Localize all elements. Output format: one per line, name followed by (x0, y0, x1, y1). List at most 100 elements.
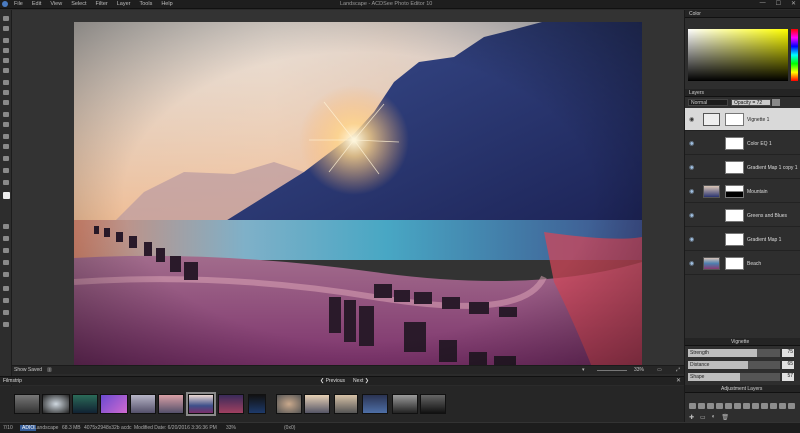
filmstrip-thumb[interactable] (130, 394, 156, 414)
eraser-tool-icon[interactable] (3, 134, 9, 139)
layer-row-beach[interactable]: ◉ Beach (685, 252, 800, 275)
visibility-eye-icon[interactable]: ◉ (689, 164, 694, 171)
filmstrip-thumb[interactable] (276, 394, 302, 414)
filmstrip-thumb-selected[interactable] (186, 392, 216, 416)
strength-value[interactable]: 75 (782, 349, 794, 357)
folder-icon[interactable]: ▭ (700, 414, 706, 421)
crop-tool-icon[interactable] (3, 48, 9, 53)
adjustment-icon[interactable] (788, 403, 795, 409)
zoom-level[interactable]: 33% (634, 367, 644, 373)
shape-tool-icon[interactable] (3, 122, 9, 127)
show-saved-button[interactable]: Show Saved (14, 367, 42, 373)
wand-tool-icon[interactable] (3, 90, 9, 95)
histogram-icon[interactable]: ▥ (47, 367, 52, 373)
filmstrip-thumb[interactable] (218, 394, 244, 414)
pen-tool-icon[interactable] (3, 100, 9, 105)
line-tool-icon[interactable] (3, 112, 9, 117)
shape-value[interactable]: 57 (782, 373, 794, 381)
adjustment-icon[interactable] (743, 403, 750, 409)
visibility-eye-icon[interactable]: ◉ (689, 260, 694, 267)
eyedropper-tool-icon[interactable] (3, 180, 9, 185)
layer-mask-thumb[interactable] (725, 257, 744, 270)
layer-mask-thumb[interactable] (725, 113, 744, 126)
filmstrip-thumb[interactable] (248, 394, 266, 414)
hue-slider[interactable] (791, 29, 798, 81)
hand-tool-icon[interactable] (3, 298, 9, 303)
adjustment-icon[interactable] (779, 403, 786, 409)
layer-row-color-eq[interactable]: ◉ Color EQ 1 (685, 132, 800, 155)
blur-tool-icon[interactable] (3, 272, 9, 277)
filmstrip-thumb[interactable] (42, 394, 70, 414)
layer-mask-thumb[interactable] (725, 161, 744, 174)
filmstrip-thumb[interactable] (158, 394, 184, 414)
menu-file[interactable]: File (14, 1, 23, 7)
previous-button[interactable]: ❮ Previous (320, 378, 345, 384)
add-layer-icon[interactable]: ✚ (689, 414, 694, 421)
adjustment-icon[interactable] (725, 403, 732, 409)
layer-row-vignette[interactable]: ◉ Vignette 1 (685, 108, 800, 131)
text-tool-icon[interactable] (3, 224, 9, 229)
opacity-dropdown-icon[interactable] (772, 99, 780, 106)
zoom-slider[interactable] (597, 370, 627, 371)
distance-slider[interactable]: Distance 65 (688, 361, 798, 369)
clone-tool-icon[interactable] (3, 168, 9, 173)
close-icon[interactable]: ✕ (791, 0, 796, 7)
adjustment-icon[interactable] (770, 403, 777, 409)
filmstrip-thumb[interactable] (100, 394, 128, 414)
filmstrip-thumb[interactable] (334, 394, 358, 414)
fit-icon[interactable]: ▭ (657, 367, 662, 373)
blend-mode-select[interactable]: Normal (688, 99, 728, 106)
zoom-tool-icon[interactable] (3, 286, 9, 291)
menu-filter[interactable]: Filter (95, 1, 107, 7)
layer-row-mountain[interactable]: ◉ Mountain (685, 180, 800, 203)
menu-layer[interactable]: Layer (117, 1, 131, 7)
menu-view[interactable]: View (50, 1, 62, 7)
adjustment-icon[interactable] (761, 403, 768, 409)
gradient-tool-icon[interactable] (3, 156, 9, 161)
filmstrip-thumb[interactable] (14, 394, 40, 414)
adjustment-icon[interactable] (734, 403, 741, 409)
view-mode-icon[interactable]: ▾ (582, 367, 585, 373)
layer-mask-thumb[interactable] (725, 233, 744, 246)
layer-row-greens-blues[interactable]: ◉ Greens and Blues (685, 204, 800, 227)
visibility-eye-icon[interactable]: ◉ (689, 116, 694, 123)
visibility-eye-icon[interactable]: ◉ (689, 140, 694, 147)
opacity-field[interactable]: Opacity = 72 (731, 99, 771, 106)
layer-row-gradient-map-copy[interactable]: ◉ Gradient Map 1 copy 1 (685, 156, 800, 179)
brush-tool-icon[interactable] (3, 38, 9, 43)
adjustment-icon[interactable] (716, 403, 723, 409)
layer-mask-thumb[interactable] (725, 209, 744, 222)
color-picker[interactable] (688, 29, 788, 81)
filmstrip-thumb[interactable] (304, 394, 330, 414)
lasso-tool-icon[interactable] (3, 68, 9, 73)
visibility-eye-icon[interactable]: ◉ (689, 212, 694, 219)
maximize-icon[interactable]: ☐ (776, 0, 781, 7)
layer-mask-thumb[interactable] (725, 185, 744, 198)
selection-tool-icon[interactable] (3, 26, 9, 31)
move-tool-icon[interactable] (3, 16, 9, 21)
filmstrip-thumb[interactable] (420, 394, 446, 414)
foreground-color-swatch[interactable] (3, 192, 10, 199)
shape-slider[interactable]: Shape 57 (688, 373, 798, 381)
menu-select[interactable]: Select (71, 1, 86, 7)
adjustment-icon[interactable] (707, 403, 714, 409)
fullscreen-icon[interactable]: ⤢ (676, 367, 680, 373)
menu-edit[interactable]: Edit (32, 1, 41, 7)
marquee-tool-icon[interactable] (3, 80, 9, 85)
mask-icon[interactable]: ◐ (712, 414, 716, 421)
redeye-tool-icon[interactable] (3, 310, 9, 315)
delete-layer-icon[interactable]: 🗑 (721, 414, 729, 421)
layer-mask-thumb[interactable] (725, 137, 744, 150)
transform-tool-icon[interactable] (3, 58, 9, 63)
smudge-tool-icon[interactable] (3, 260, 9, 265)
filmstrip-thumb[interactable] (72, 394, 98, 414)
repair-tool-icon[interactable] (3, 322, 9, 327)
fill-tool-icon[interactable] (3, 144, 9, 149)
image-canvas[interactable] (12, 10, 684, 372)
layer-row-gradient-map[interactable]: ◉ Gradient Map 1 (685, 228, 800, 251)
dodge-tool-icon[interactable] (3, 236, 9, 241)
visibility-eye-icon[interactable]: ◉ (689, 236, 694, 243)
visibility-eye-icon[interactable]: ◉ (689, 188, 694, 195)
filmstrip-close-icon[interactable]: ✕ (676, 377, 681, 384)
distance-value[interactable]: 65 (782, 361, 794, 369)
